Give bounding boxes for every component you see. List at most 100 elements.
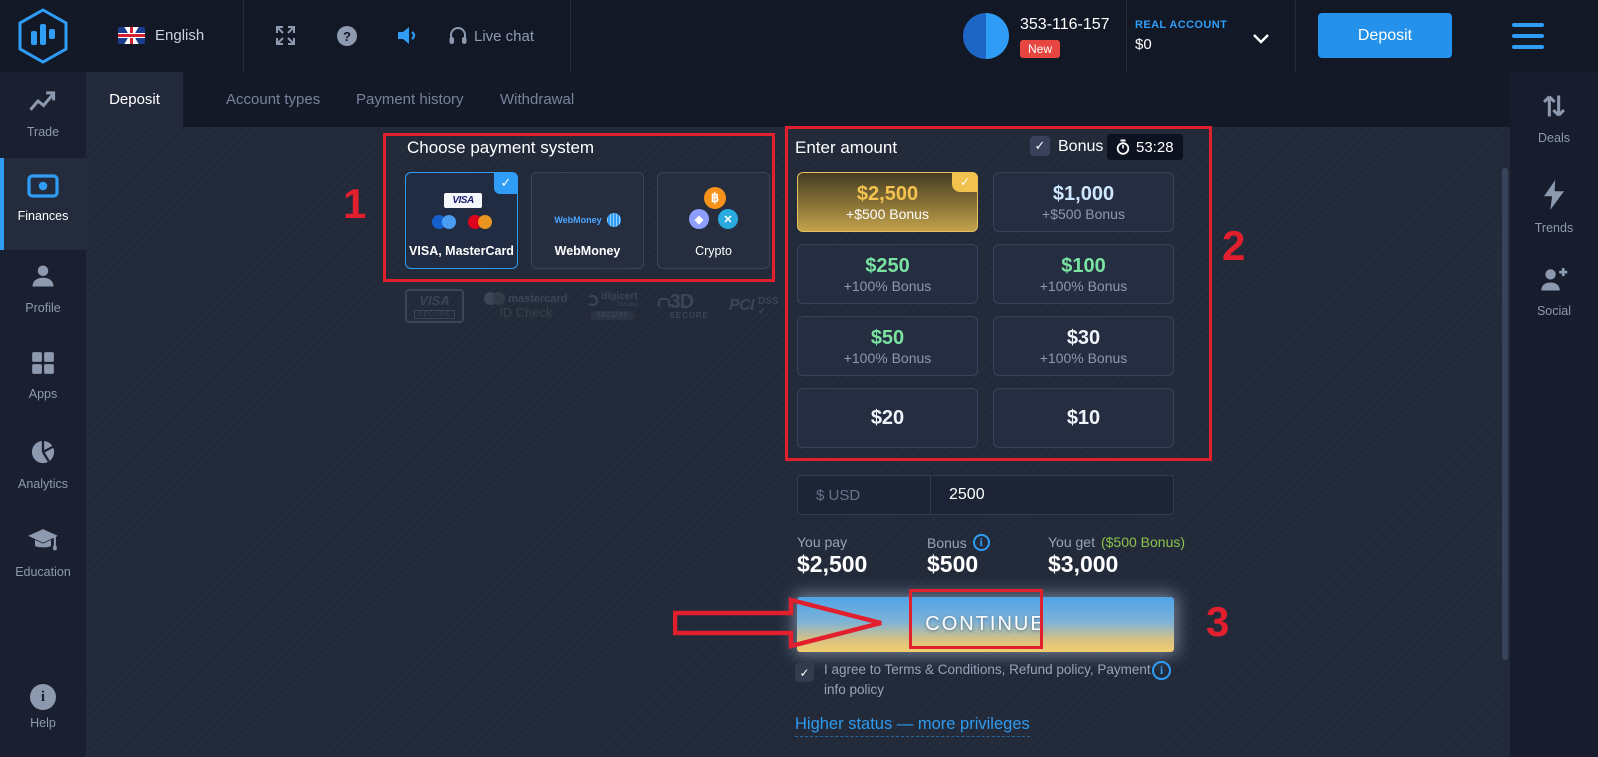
visa-secure-badge: VISA SECURE [405,289,464,323]
amount-options-grid: ✓ $2,500 +$500 Bonus $1,000 +$500 Bonus … [797,172,1174,448]
lock-icon [658,298,670,307]
higher-status-link[interactable]: Higher status — more privileges [795,715,1030,737]
you-get-summary: You get ($500 Bonus) [1048,534,1185,550]
bonus-summary: Bonus i [927,534,990,551]
deposit-page: English ? Live chat 353-116-157 New R [0,0,1598,757]
new-status-badge: New [1020,40,1060,58]
amount-option-20[interactable]: $20 [797,388,978,448]
sound-icon[interactable] [396,26,418,50]
header-divider [1126,0,1127,72]
amount-input-group: $ USD [797,475,1174,515]
mastercard-idcheck-badge: mastercard ID Check [484,292,567,320]
analytics-icon [29,438,57,466]
payment-method-webmoney[interactable]: WebMoney WebMoney [531,172,644,269]
sidebar-item-social[interactable]: Social [1510,265,1598,335]
agree-info-icon[interactable]: i [1152,661,1171,680]
continue-button[interactable]: CONTINUE [797,597,1174,652]
sidebar-item-trends[interactable]: Trends [1510,180,1598,250]
amount-option-250[interactable]: $250 +100% Bonus [797,244,978,304]
amount-option-30[interactable]: $30 +100% Bonus [993,316,1174,376]
you-get-label: You get [1048,534,1095,550]
amount-option-10[interactable]: $10 [993,388,1174,448]
fullscreen-icon[interactable] [276,26,295,50]
tab-payment-history[interactable]: Payment history [334,72,486,127]
check-icon: ✔ [758,307,779,316]
currency-label: $ USD [798,476,931,514]
bonus-timer: 53:28 [1107,134,1183,160]
avatar[interactable] [963,13,1009,59]
webmoney-logo: WebMoney [554,215,601,225]
menu-icon[interactable] [1512,23,1544,49]
bonus-checkbox-label: Bonus [1058,138,1103,156]
you-pay-label: You pay [797,534,847,550]
sidebar-item-education[interactable]: Education [0,527,86,597]
maestro-circle-icon [442,215,456,229]
sidebar-item-deals[interactable]: Deals [1510,92,1598,162]
header-divider [1295,0,1296,72]
sidebar-item-profile[interactable]: Profile [0,262,86,332]
finance-tabs: Deposit Account types Payment history Wi… [86,72,1510,127]
digicert-badge: digicert Trusted SECURE [587,292,637,320]
live-chat-button[interactable]: Live chat [474,28,534,45]
sidebar-item-help[interactable]: i Help [0,684,86,754]
you-get-value: $3,000 [1048,551,1118,578]
finances-icon [27,174,59,198]
webmoney-globe-icon [607,213,621,227]
sidebar-item-trade[interactable]: Trade [0,88,86,158]
stopwatch-icon [1116,139,1130,155]
amount-input[interactable] [931,476,1173,514]
header-divider [243,0,244,72]
visa-logo: VISA [444,193,482,208]
left-sidebar: Trade Finances Profile Apps Analytics Ed… [0,72,86,757]
account-type-label[interactable]: REAL ACCOUNT [1135,19,1227,31]
mastercard-circle-icon [492,292,505,305]
vertical-scrollbar[interactable] [1502,168,1508,660]
bonus-value: $500 [927,551,978,578]
education-icon [27,527,59,554]
payment-method-label: VISA, MasterCard [406,244,517,258]
amount-section-title: Enter amount [795,138,897,158]
amount-option-2500[interactable]: ✓ $2,500 +$500 Bonus [797,172,978,232]
language-selector[interactable]: English [155,27,204,44]
you-pay-value: $2,500 [797,551,867,578]
check-icon: ✓ [494,172,518,194]
profile-icon [29,262,57,290]
amount-option-1000[interactable]: $1,000 +$500 Bonus [993,172,1174,232]
payment-method-visa-mastercard[interactable]: ✓ VISA VISA, MasterCard [405,172,518,269]
header-divider [570,0,571,72]
sidebar-item-apps[interactable]: Apps [0,350,86,420]
ethereum-icon: ◆ [689,209,709,229]
payment-method-label: Crypto [658,244,769,258]
account-balance: $0 [1135,36,1152,53]
payment-section-title: Choose payment system [407,138,594,158]
bonus-checkbox[interactable]: ✓ [1030,136,1050,156]
sidebar-item-analytics[interactable]: Analytics [0,438,86,508]
deposit-button[interactable]: Deposit [1318,13,1452,58]
amount-option-100[interactable]: $100 +100% Bonus [993,244,1174,304]
sidebar-item-finances[interactable]: Finances [0,158,86,250]
ripple-icon: ✕ [718,209,738,229]
payment-method-crypto[interactable]: ฿ ◆ ✕ Crypto [657,172,770,269]
trade-icon [28,88,58,114]
tab-deposit[interactable]: Deposit [86,72,183,127]
security-badges: VISA SECURE mastercard ID Check digicert… [405,288,773,324]
bonus-info-icon[interactable]: i [973,534,990,551]
payment-method-label: WebMoney [532,244,643,258]
platform-logo-icon[interactable] [14,8,72,69]
check-icon: ✓ [952,172,978,192]
chevron-down-icon[interactable] [1253,31,1269,49]
digicert-swirl-icon [587,295,598,306]
right-sidebar: Deals Trends Social [1510,72,1598,757]
help-icon[interactable]: ? [337,26,357,46]
apps-icon [30,350,56,376]
uk-flag-icon [118,27,145,44]
headset-icon [448,26,468,50]
tab-withdrawal[interactable]: Withdrawal [478,72,596,127]
agree-checkbox[interactable]: ✓ [795,663,814,682]
agree-text[interactable]: I agree to Terms & Conditions, Refund po… [824,660,1156,699]
bitcoin-icon: ฿ [704,187,726,209]
tab-account-types[interactable]: Account types [204,72,342,127]
amount-option-50[interactable]: $50 +100% Bonus [797,316,978,376]
bonus-label: Bonus [927,535,967,551]
deals-icon [1540,92,1568,120]
